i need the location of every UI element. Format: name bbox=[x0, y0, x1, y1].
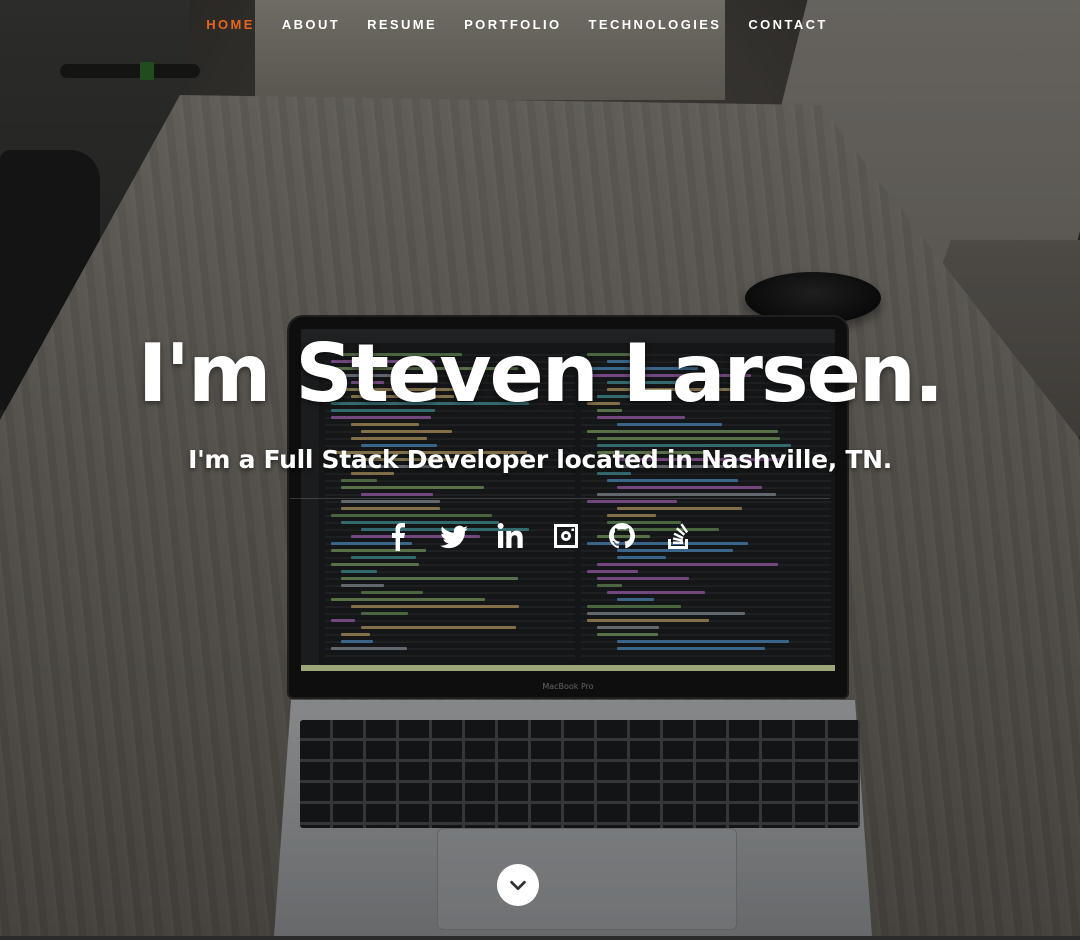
scroll-down-button[interactable] bbox=[497, 864, 539, 906]
nav-link-contact[interactable]: CONTACT bbox=[748, 17, 827, 32]
nav-link-portfolio[interactable]: PORTFOLIO bbox=[464, 17, 561, 32]
github-icon[interactable] bbox=[606, 520, 638, 556]
twitter-icon[interactable] bbox=[438, 520, 470, 556]
nav-link-home[interactable]: HOME bbox=[206, 17, 255, 32]
instagram-icon[interactable] bbox=[550, 520, 582, 556]
facebook-icon[interactable] bbox=[382, 520, 414, 556]
linkedin-icon[interactable] bbox=[494, 520, 526, 556]
nav-item-portfolio[interactable]: PORTFOLIO bbox=[464, 14, 561, 33]
stackoverflow-icon[interactable] bbox=[662, 520, 694, 556]
hero-headline: I'm Steven Larsen. bbox=[137, 327, 944, 420]
nav-link-technologies[interactable]: TECHNOLOGIES bbox=[589, 17, 722, 32]
main-nav: HOME ABOUT RESUME PORTFOLIO TECHNOLOGIES… bbox=[0, 0, 1080, 44]
nav-item-resume[interactable]: RESUME bbox=[367, 14, 437, 33]
hero-subheadline: I'm a Full Stack Developer located in Na… bbox=[188, 445, 892, 474]
nav-item-technologies[interactable]: TECHNOLOGIES bbox=[589, 14, 722, 33]
nav-link-resume[interactable]: RESUME bbox=[367, 17, 437, 32]
chevron-down-icon bbox=[510, 880, 526, 891]
nav-item-about[interactable]: ABOUT bbox=[282, 14, 340, 33]
nav-link-about[interactable]: ABOUT bbox=[282, 17, 340, 32]
hero-divider bbox=[290, 498, 830, 499]
nav-item-contact[interactable]: CONTACT bbox=[748, 14, 827, 33]
nav-item-home[interactable]: HOME bbox=[206, 14, 255, 33]
social-links bbox=[0, 520, 1078, 556]
